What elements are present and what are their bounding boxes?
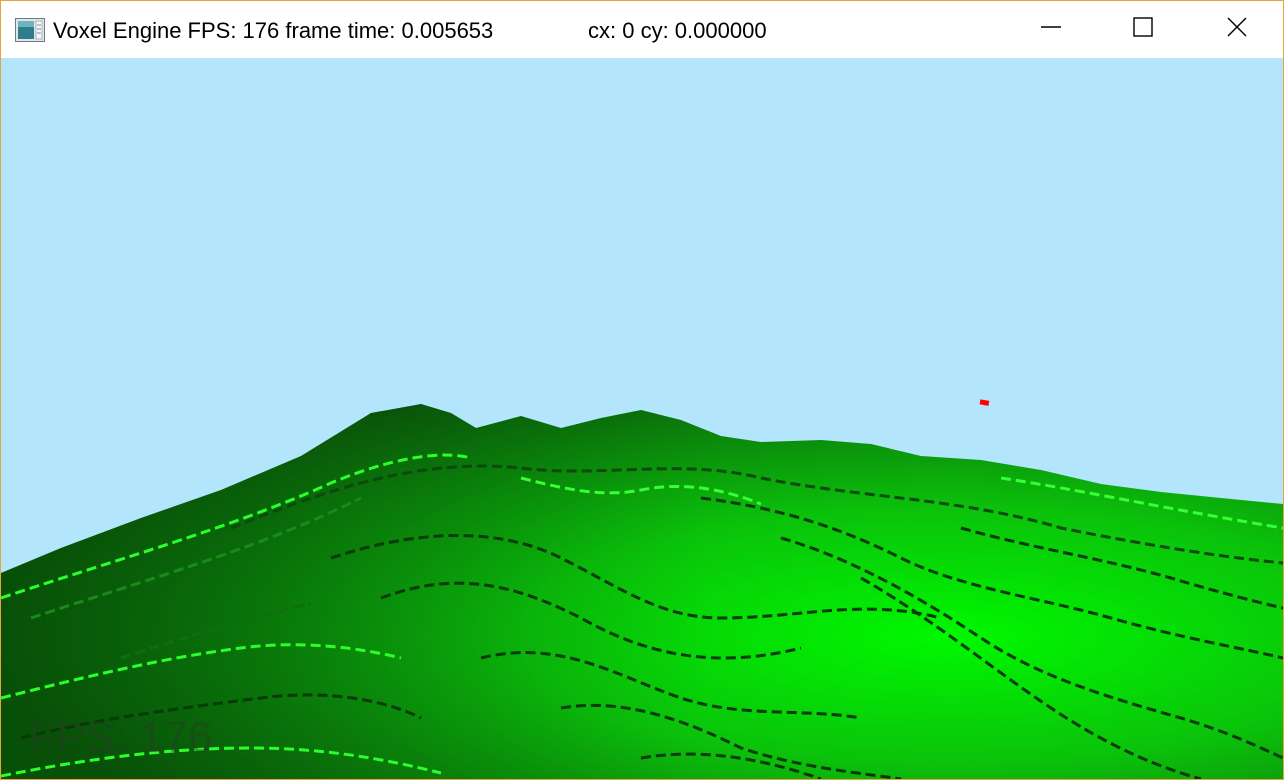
fps-overlay: FPS: 176 bbox=[29, 713, 213, 762]
app-window: Voxel Engine FPS: 176 frame time: 0.0056… bbox=[0, 0, 1284, 780]
camera-coords: cx: 0 cy: 0.000000 bbox=[588, 18, 767, 43]
maximize-icon bbox=[1132, 16, 1154, 43]
app-window-icon bbox=[15, 18, 45, 42]
minimize-button[interactable] bbox=[1005, 1, 1097, 58]
render-viewport[interactable]: FPS: 176 bbox=[1, 58, 1283, 779]
window-title: Voxel Engine FPS: 176 frame time: 0.0056… bbox=[53, 18, 494, 43]
maximize-button[interactable] bbox=[1097, 1, 1189, 58]
minimize-icon bbox=[1040, 16, 1062, 43]
title-bar[interactable]: Voxel Engine FPS: 176 frame time: 0.0056… bbox=[1, 1, 1283, 58]
close-button[interactable] bbox=[1191, 1, 1283, 58]
close-icon bbox=[1226, 16, 1248, 43]
voxel-terrain bbox=[1, 399, 1283, 779]
target-marker bbox=[979, 399, 990, 406]
